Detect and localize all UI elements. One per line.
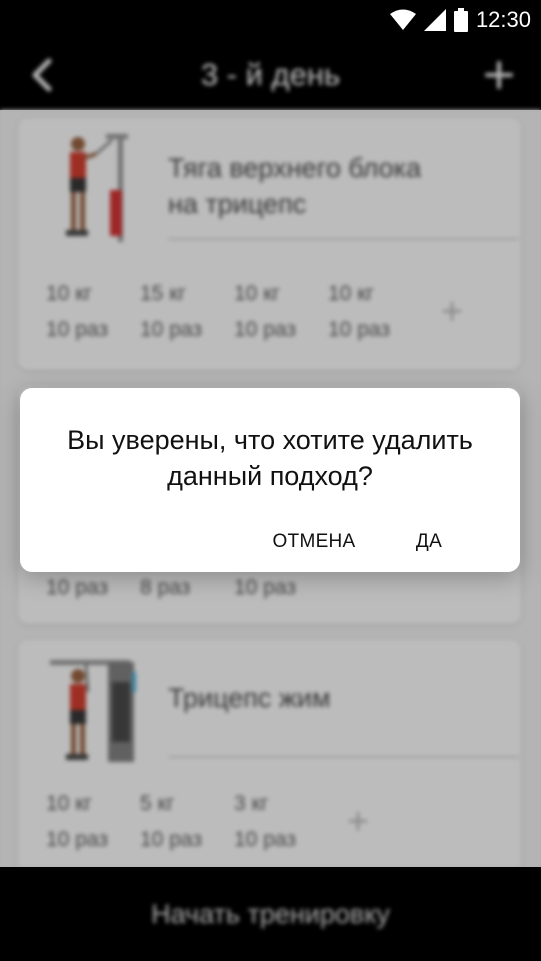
status-icons: 12:30 (389, 6, 531, 34)
status-time: 12:30 (475, 7, 531, 32)
screen: 12:30 3 - й день Тяга верхнего блока на … (0, 0, 541, 961)
wifi-icon (389, 9, 416, 30)
status-bar: 12:30 (0, 0, 541, 40)
battery-icon (453, 8, 468, 32)
cell-signal-icon (423, 9, 446, 31)
confirm-button[interactable]: ДА (404, 524, 454, 560)
confirm-delete-dialog: Вы уверены, что хотите удалить данный по… (20, 388, 520, 572)
cancel-button[interactable]: ОТМЕНА (264, 524, 364, 560)
dialog-message: Вы уверены, что хотите удалить данный по… (67, 425, 473, 491)
